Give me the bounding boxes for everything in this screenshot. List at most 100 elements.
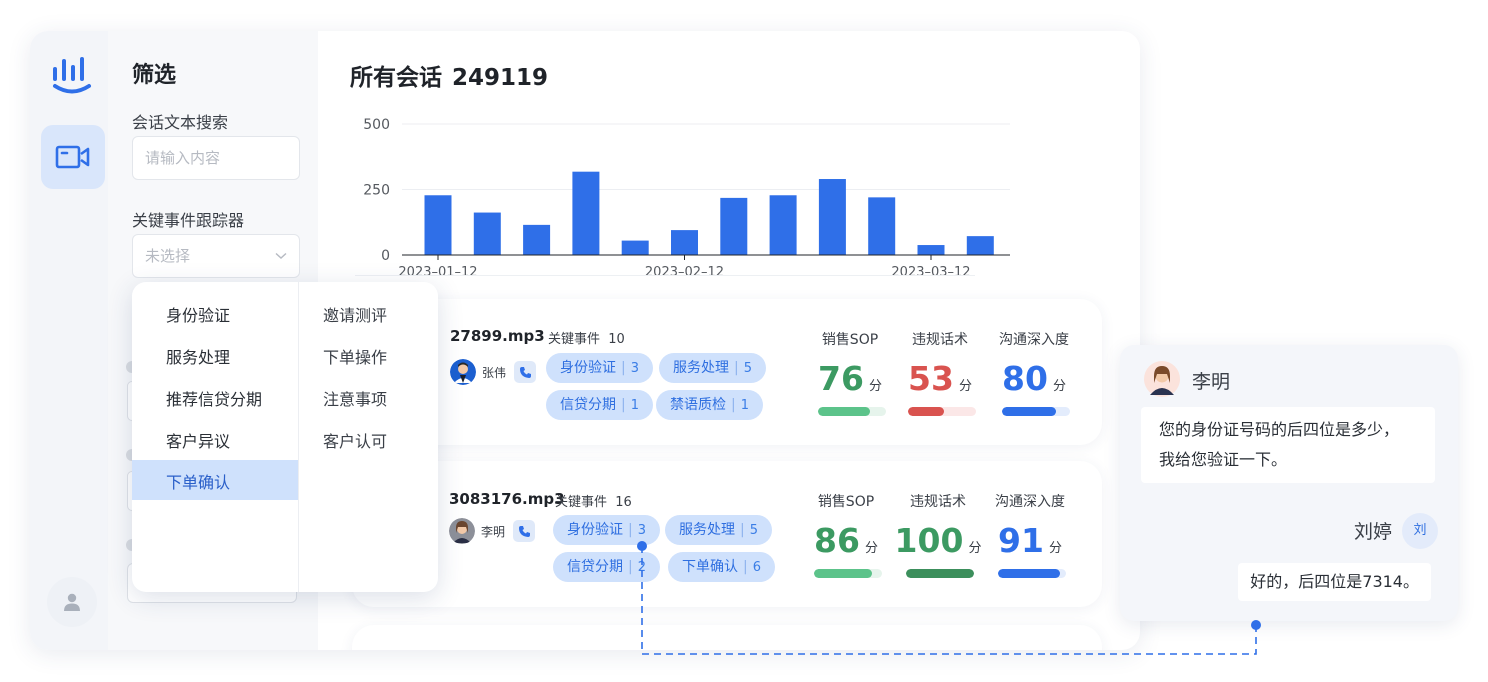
sessions-bar-chart: 0 250 500 2023–01–12 2023–02–12 2023–03–12	[363, 117, 1010, 280]
file-name[interactable]: 3083176.mp3	[449, 490, 565, 508]
agent-name: 张伟	[482, 365, 507, 380]
chart-bar	[473, 212, 501, 255]
event-tag[interactable]: 身份验证 | 3	[553, 515, 660, 545]
conversation-card[interactable]: 3083176.mp3 关键事件 16 李明 身份验证 | 3 服务处理 | 5 信贷分…	[352, 461, 1102, 607]
dropdown-item[interactable]: 服务处理	[166, 344, 230, 368]
nav-rail	[30, 31, 108, 650]
event-tracker-select[interactable]: 未选择	[132, 234, 300, 278]
event-tag[interactable]: 服务处理 | 5	[665, 515, 772, 545]
avatar	[450, 359, 476, 385]
metric-label: 违规话术	[910, 494, 966, 510]
conversation-card[interactable]	[352, 625, 1102, 650]
key-events-label: 关键事件	[555, 495, 608, 510]
page-title: 所有会话 249119	[350, 58, 548, 92]
chart-bar	[720, 197, 748, 255]
event-tracker-dropdown: 身份验证 服务处理 推荐信贷分期 客户异议 下单确认 邀请测评 下单操作 注意事…	[132, 282, 438, 592]
dropdown-item[interactable]: 注意事项	[323, 386, 387, 410]
chart-bar	[523, 224, 551, 255]
phone-icon[interactable]	[514, 361, 537, 383]
key-events-count: 10	[608, 332, 625, 347]
key-events: 关键事件 10	[548, 328, 625, 347]
metric-progress	[1002, 407, 1070, 416]
metric-progress	[814, 569, 882, 578]
metric-progress	[998, 569, 1066, 578]
user-avatar-button[interactable]	[47, 577, 97, 627]
logo-icon	[53, 57, 91, 94]
page-title-text: 所有会话	[350, 65, 442, 91]
metric-progress	[818, 407, 886, 416]
dropdown-item[interactable]: 推荐信贷分期	[166, 386, 262, 410]
chart-bar	[769, 195, 797, 255]
metric-progress	[906, 569, 974, 578]
chat-message: 好的，后四位是7314。	[1238, 563, 1431, 601]
dropdown-item[interactable]: 客户认可	[323, 428, 387, 452]
chart-x-tick-label: 2023–02–12	[645, 265, 724, 280]
file-name[interactable]: 27899.mp3	[450, 327, 545, 345]
score-value: 80	[1002, 359, 1048, 398]
nav-video-button[interactable]	[41, 125, 105, 189]
chat-message: 您的身份证号码的后四位是多少， 我给您验证一下。	[1141, 407, 1435, 483]
key-events-count: 16	[615, 495, 632, 510]
metric-label: 销售SOP	[821, 332, 879, 348]
chart-bar	[966, 236, 994, 255]
chart-y-tick-label: 500	[363, 117, 390, 133]
chart-bar	[671, 230, 698, 255]
dropdown-item[interactable]: 邀请测评	[323, 302, 387, 326]
score-value: 76	[818, 359, 864, 398]
dropdown-divider	[298, 282, 299, 592]
event-tag[interactable]: 下单确认 | 6	[668, 552, 775, 582]
chart-x-tick-label: 2023–03–12	[891, 265, 970, 280]
score-value: 86	[814, 521, 860, 560]
chart-x-tick-label: 2023–01–12	[398, 265, 477, 280]
event-tracker-label: 关键事件跟踪器	[132, 211, 245, 230]
event-tag[interactable]: 禁语质检 | 1	[656, 390, 763, 420]
metric-score: 76 分	[818, 359, 882, 398]
chat-message-line: 我给您验证一下。	[1159, 450, 1288, 469]
event-tag[interactable]: 身份验证 | 3	[546, 353, 653, 383]
chart-bar	[621, 240, 649, 255]
phone-icon[interactable]	[513, 520, 536, 542]
chart-bar	[868, 197, 896, 255]
score-value: 91	[998, 521, 1044, 560]
event-tag[interactable]: 服务处理 | 5	[659, 353, 766, 383]
agent-info: 张伟	[450, 359, 537, 385]
chart-bar	[424, 195, 452, 255]
agent-name: 李明	[481, 524, 506, 539]
chat-speaker-name: 刘婷	[1353, 521, 1392, 543]
divider	[355, 275, 975, 276]
chat-speaker-name: 李明	[1192, 371, 1231, 393]
dropdown-item[interactable]: 身份验证	[166, 302, 230, 326]
metric-score: 53 分	[908, 359, 972, 398]
user-icon	[64, 593, 80, 611]
dropdown-item[interactable]: 下单操作	[323, 344, 387, 368]
metric-score: 86 分	[814, 521, 878, 560]
key-events: 关键事件 16	[555, 491, 632, 510]
event-tag[interactable]: 信贷分期 | 2	[553, 552, 660, 582]
video-camera-icon	[55, 145, 90, 169]
key-events-label: 关键事件	[548, 332, 601, 347]
metric-label: 沟通深入度	[999, 332, 1069, 348]
event-tag[interactable]: 信贷分期 | 1	[546, 390, 653, 420]
metric-progress	[908, 407, 976, 416]
metric-label: 沟通深入度	[995, 494, 1065, 510]
metric-label: 违规话术	[912, 332, 968, 348]
chart-bar	[572, 171, 600, 255]
score-value: 100	[894, 521, 964, 560]
text-search-label: 会话文本搜索	[132, 113, 229, 132]
chart-y-tick-label: 250	[363, 183, 390, 199]
metric-score: 80 分	[1002, 359, 1066, 398]
avatar: 刘	[1402, 513, 1438, 549]
chat-transcript-panel: 李明 您的身份证号码的后四位是多少， 我给您验证一下。 刘婷 刘 好的，后四位是…	[1120, 345, 1458, 621]
conversation-card[interactable]: 27899.mp3 关键事件 10 张伟 身份验证 | 3 服务处理 | 5 信贷分期 |…	[352, 299, 1102, 445]
dropdown-item[interactable]: 客户异议	[166, 428, 230, 452]
chart-bar	[818, 179, 846, 255]
session-count: 249119	[452, 65, 549, 91]
event-tracker-value: 未选择	[145, 247, 191, 265]
dropdown-item-selected[interactable]: 下单确认	[166, 469, 230, 493]
chevron-down-icon	[275, 252, 287, 259]
avatar	[1144, 361, 1180, 397]
text-search-input[interactable]: 请输入内容	[132, 136, 300, 180]
agent-info: 李明	[449, 518, 536, 544]
metric-score: 91 分	[998, 521, 1062, 560]
metric-score: 100 分	[894, 521, 982, 560]
